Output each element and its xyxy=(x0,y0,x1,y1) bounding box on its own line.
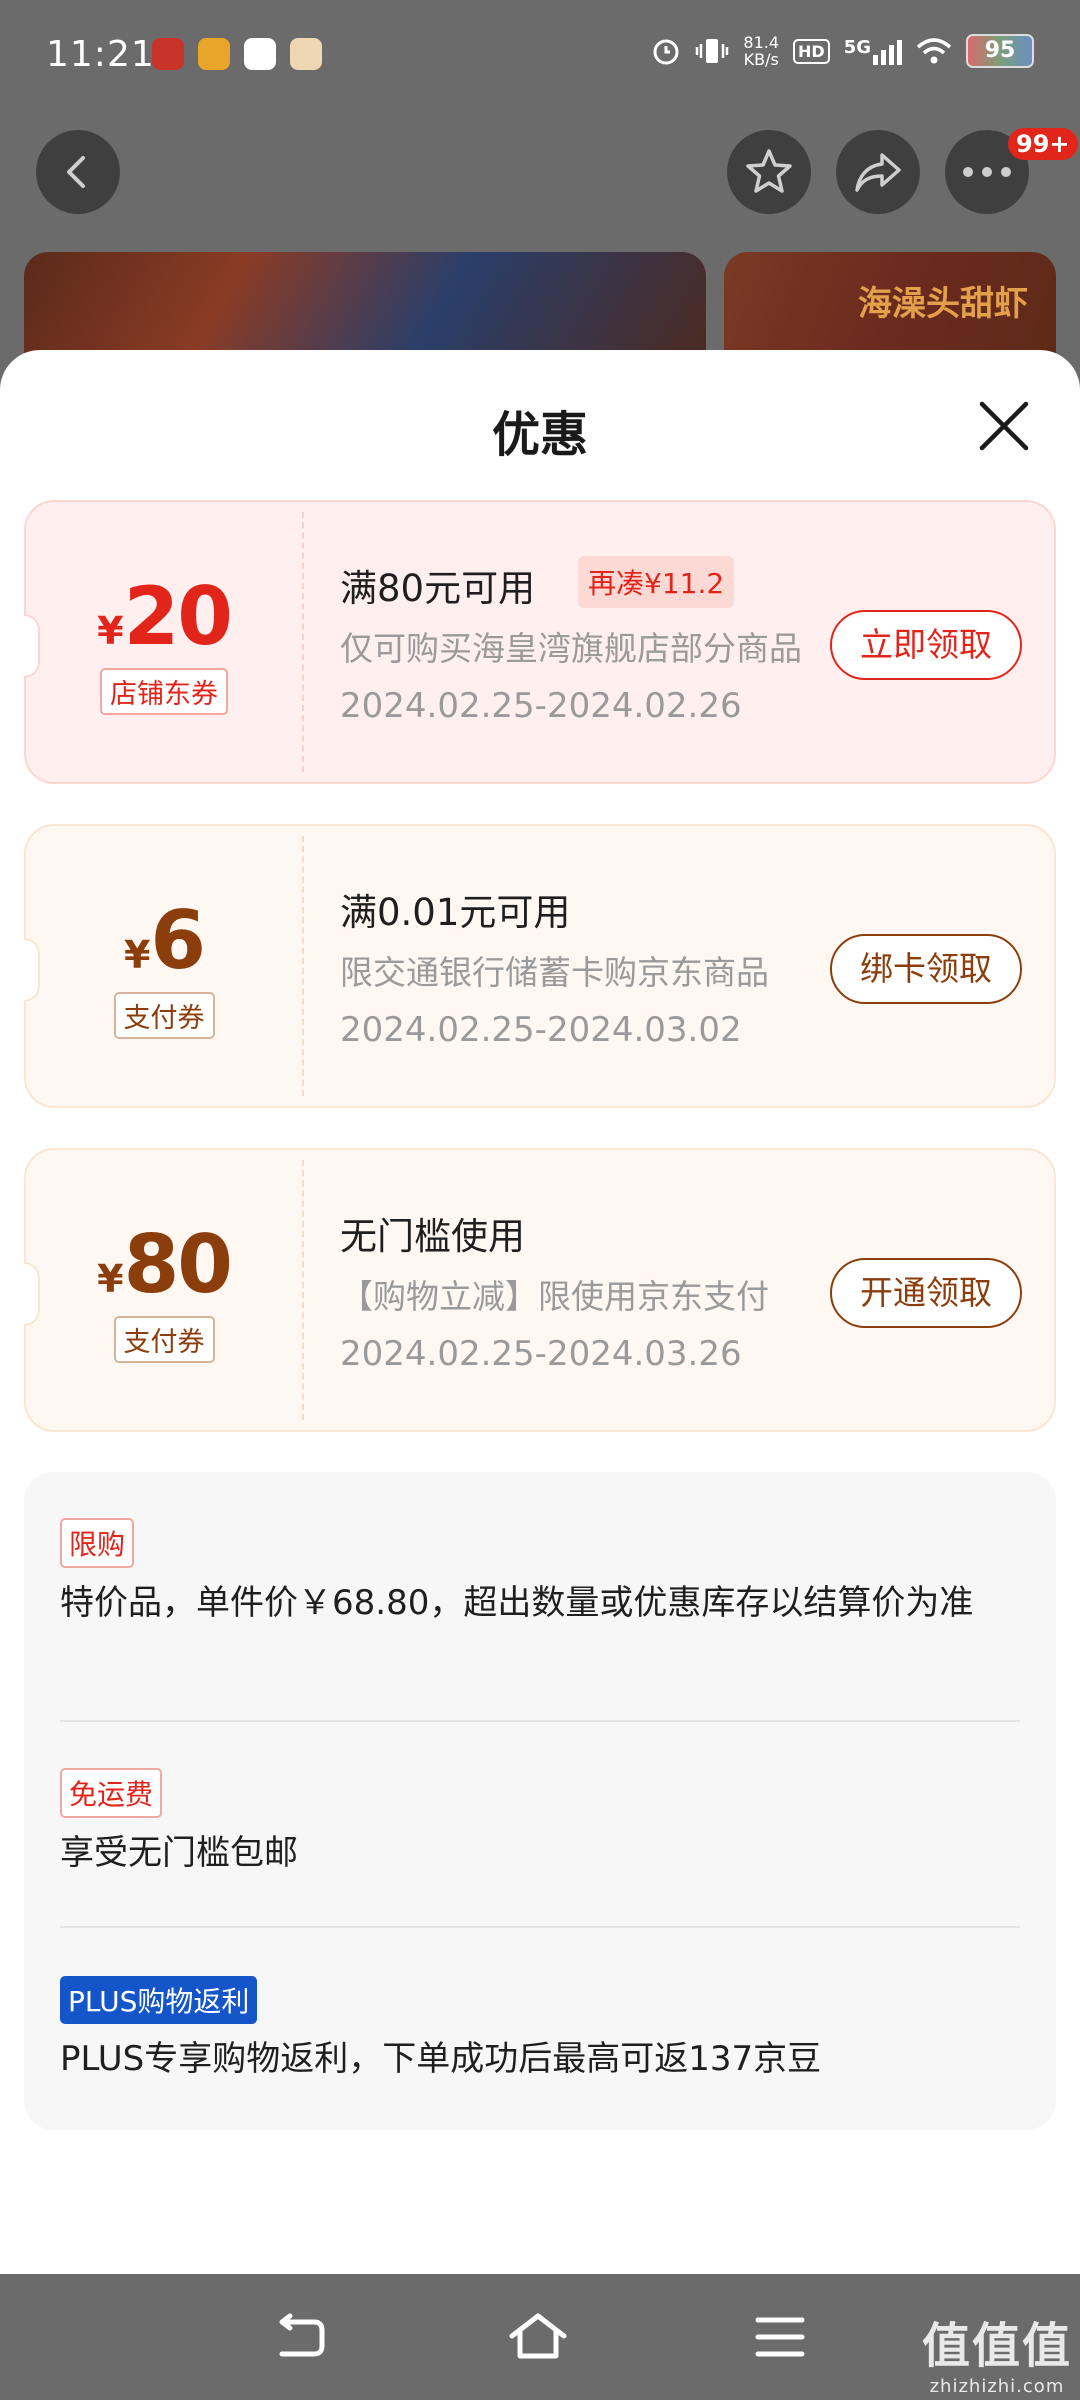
system-nav-bar xyxy=(0,2274,1080,2400)
coupon-description: 【购物立减】限使用京东支付 xyxy=(340,1277,769,1316)
coupon-card: ¥80 支付券 无门槛使用 【购物立减】限使用京东支付 2024.02.25-2… xyxy=(24,1148,1056,1432)
more-dots-icon xyxy=(963,167,1011,177)
promo-text: 享受无门槛包邮 xyxy=(60,1833,298,1873)
promo-item-plus-rebate: PLUS购物返利 PLUS专享购物返利，下单成功后最高可返137京豆 xyxy=(60,1976,1020,2080)
coupon-divider xyxy=(302,1160,304,1420)
back-arrow-icon xyxy=(279,2313,325,2357)
status-bar: 11:21 81.4 KB/s HD 5G 95 xyxy=(0,0,1080,115)
coupon-amount: ¥80 xyxy=(97,1218,233,1311)
notification-count-badge: 99+ xyxy=(1008,128,1078,160)
watermark-logo: 值值值 zhizhizhi.com xyxy=(921,2318,1072,2397)
promo-text: 特价品，单件价￥68.80，超出数量或优惠库存以结算价为准 xyxy=(60,1583,974,1623)
signal-icon xyxy=(873,37,902,65)
coupon-type-tag: 支付券 xyxy=(26,992,302,1039)
coupon-date-range: 2024.02.25-2024.02.26 xyxy=(340,686,742,726)
close-button[interactable] xyxy=(976,398,1032,454)
coupon-divider xyxy=(302,836,304,1096)
play-app-icon xyxy=(244,38,276,70)
share-icon xyxy=(855,153,901,192)
promo-info-panel: 限购 特价品，单件价￥68.80，超出数量或优惠库存以结算价为准 免运费 享受无… xyxy=(24,1472,1056,2130)
promo-tag: 免运费 xyxy=(60,1768,163,1818)
bind-card-claim-button[interactable]: 绑卡领取 xyxy=(830,934,1022,1004)
network-speed: 81.4 KB/s xyxy=(743,33,780,69)
app-notification-icon xyxy=(198,38,230,70)
star-icon xyxy=(746,149,792,193)
promo-text: PLUS专享购物返利，下单成功后最高可返137京豆 xyxy=(60,2039,822,2079)
coupon-amount: ¥20 xyxy=(97,570,233,663)
coupon-condition: 满80元可用 xyxy=(340,567,536,610)
coupon-extra-badge: 再凑¥11.2 xyxy=(578,556,735,608)
favorite-button[interactable] xyxy=(727,130,811,214)
status-indicators: 81.4 KB/s HD 5G 95 xyxy=(651,34,1034,68)
coupon-type-tag: 店铺东券 xyxy=(26,668,302,715)
app-notification-icon xyxy=(290,38,322,70)
coupon-date-range: 2024.02.25-2024.03.26 xyxy=(340,1334,742,1374)
coupon-amount: ¥6 xyxy=(123,894,206,987)
coupon-card: ¥20 店铺东券 满80元可用 再凑¥11.2 仅可购买海皇湾旗舰店部分商品 2… xyxy=(24,500,1056,784)
home-icon xyxy=(509,2313,567,2359)
coupon-card: ¥6 支付券 满0.01元可用 限交通银行储蓄卡购京东商品 2024.02.25… xyxy=(24,824,1056,1108)
promo-tag: 限购 xyxy=(60,1518,135,1568)
coupon-divider xyxy=(302,512,304,772)
system-back-button[interactable] xyxy=(270,2312,330,2362)
activate-claim-button[interactable]: 开通领取 xyxy=(830,1258,1022,1328)
sheet-title: 优惠 xyxy=(491,407,588,463)
claim-coupon-button[interactable]: 立即领取 xyxy=(830,610,1022,680)
coupon-description: 仅可购买海皇湾旗舰店部分商品 xyxy=(340,629,802,668)
network-type: 5G xyxy=(844,37,902,65)
coupon-condition: 满0.01元可用 xyxy=(340,891,571,934)
promo-item-free-shipping: 免运费 享受无门槛包邮 xyxy=(60,1768,1020,1874)
notification-app-icons xyxy=(152,38,322,70)
product-image-caption: 海澡头甜虾 xyxy=(858,284,1028,324)
battery-indicator: 95 xyxy=(966,34,1034,68)
share-button[interactable] xyxy=(836,130,920,214)
system-menu-button[interactable] xyxy=(752,2312,812,2362)
coupon-date-range: 2024.02.25-2024.03.02 xyxy=(340,1010,742,1050)
chevron-left-icon xyxy=(67,156,85,188)
app-notification-icon xyxy=(152,38,184,70)
promo-divider xyxy=(60,1926,1020,1928)
vibrate-icon xyxy=(696,39,729,63)
coupon-description: 限交通银行储蓄卡购京东商品 xyxy=(340,953,769,992)
status-time: 11:21 xyxy=(46,34,155,75)
promo-item-purchase-limit: 限购 特价品，单件价￥68.80，超出数量或优惠库存以结算价为准 xyxy=(60,1518,1020,1624)
coupon-condition: 无门槛使用 xyxy=(340,1215,525,1258)
coupon-type-tag: 支付券 xyxy=(26,1316,302,1363)
back-button[interactable] xyxy=(36,130,120,214)
wifi-icon xyxy=(916,38,952,64)
menu-icon xyxy=(755,2317,805,2357)
alarm-icon xyxy=(653,39,679,65)
plus-tag: PLUS购物返利 xyxy=(60,1976,258,2024)
hd-badge: HD xyxy=(793,38,830,64)
close-icon xyxy=(979,401,1029,451)
promo-divider xyxy=(60,1720,1020,1722)
system-home-button[interactable] xyxy=(508,2312,568,2362)
